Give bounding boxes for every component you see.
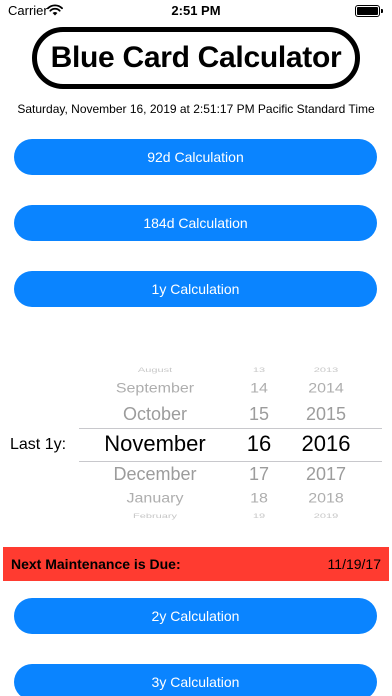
picker-day-option[interactable]: 14 xyxy=(231,382,287,396)
picker-year-option[interactable]: 2017 xyxy=(287,465,365,483)
app-title: Blue Card Calculator xyxy=(50,41,342,74)
picker-label: Last 1y: xyxy=(10,436,67,453)
calc-1y-button[interactable]: 1y Calculation xyxy=(14,271,377,307)
picker-year-option[interactable]: 2018 xyxy=(287,492,365,506)
maintenance-due-date: 11/19/17 xyxy=(327,556,381,572)
picker-year-selected[interactable]: 2016 xyxy=(287,433,365,455)
title-pill: Blue Card Calculator xyxy=(32,27,360,89)
picker-month-option[interactable]: December xyxy=(79,465,231,483)
battery-cap xyxy=(381,9,383,13)
picker-day-option[interactable]: 17 xyxy=(231,465,287,483)
battery-icon xyxy=(355,5,380,17)
picker-day-option[interactable]: 18 xyxy=(231,492,287,506)
maintenance-due-banner: Next Maintenance is Due: 11/19/17 xyxy=(3,547,389,581)
picker-month-option[interactable]: October xyxy=(79,405,231,423)
current-date-text: Saturday, November 16, 2019 at 2:51:17 P… xyxy=(17,102,375,116)
calc-3y-button[interactable]: 3y Calculation xyxy=(14,664,377,696)
picker-month-option[interactable]: January xyxy=(79,492,231,506)
picker-year-option[interactable]: 2014 xyxy=(287,382,365,396)
picker-month-selected[interactable]: November xyxy=(79,433,231,455)
maintenance-due-label: Next Maintenance is Due: xyxy=(11,556,181,572)
picker-year-option[interactable]: 2013 xyxy=(287,367,365,373)
picker-day-option[interactable]: 19 xyxy=(231,513,287,519)
status-time: 2:51 PM xyxy=(171,3,221,18)
picker-month-option[interactable]: February xyxy=(79,513,231,519)
picker-year-option[interactable]: 2015 xyxy=(287,405,365,423)
picker-day-selected[interactable]: 16 xyxy=(231,433,287,455)
calc-2y-button[interactable]: 2y Calculation xyxy=(14,598,377,634)
picker-month-option[interactable]: August xyxy=(79,367,231,373)
calc-92d-button[interactable]: 92d Calculation xyxy=(14,139,377,175)
picker-day-option[interactable]: 13 xyxy=(231,367,287,373)
status-bar: Carrier 2:51 PM xyxy=(0,0,392,22)
picker-month-option[interactable]: September xyxy=(79,382,231,396)
date-picker[interactable]: August September October November Decemb… xyxy=(79,360,382,528)
picker-year-option[interactable]: 2019 xyxy=(287,513,365,519)
calc-184d-button[interactable]: 184d Calculation xyxy=(14,205,377,241)
picker-year-column[interactable]: 2013 2014 2015 2016 2017 2018 2019 xyxy=(287,360,365,528)
picker-day-column[interactable]: 13 14 15 16 17 18 19 xyxy=(231,360,287,528)
picker-month-column[interactable]: August September October November Decemb… xyxy=(79,360,231,528)
picker-day-option[interactable]: 15 xyxy=(231,405,287,423)
